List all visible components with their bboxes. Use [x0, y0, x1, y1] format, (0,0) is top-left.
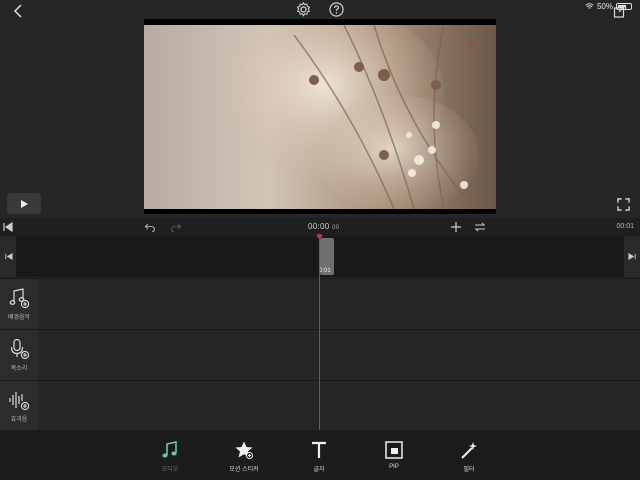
redo-icon[interactable] — [170, 221, 182, 233]
back-icon[interactable] — [12, 4, 26, 18]
pip-icon — [385, 441, 403, 459]
star-sticker-icon — [235, 441, 253, 459]
gear-icon[interactable] — [295, 1, 312, 18]
bottom-toolbar: 오디오 모션 스티커 글자 PIP 필터 — [0, 430, 640, 480]
audio-tool-label: 오디오 — [161, 467, 179, 473]
step-back-icon — [4, 253, 13, 260]
timeline-start-button[interactable] — [0, 236, 16, 277]
pip-tool-button[interactable]: PIP — [364, 440, 424, 470]
track-header-sfx[interactable]: 효과음 — [0, 381, 38, 431]
skip-to-start-icon[interactable] — [2, 221, 14, 233]
step-forward-icon — [627, 253, 636, 260]
track-header-voice[interactable]: 목소리 — [0, 330, 38, 380]
track-label: 목소리 — [10, 366, 28, 372]
track-label: 효과음 — [10, 417, 28, 423]
track-header-music[interactable]: 배경음악 — [0, 279, 38, 329]
filter-tool-button[interactable]: 필터 — [439, 440, 499, 473]
help-icon[interactable] — [329, 2, 344, 17]
sticker-tool-label: 모션 스티커 — [229, 467, 259, 473]
music-note-icon — [162, 441, 177, 458]
battery-percent: 50% — [596, 2, 613, 11]
pip-tool-label: PIP — [389, 464, 399, 470]
fullscreen-icon[interactable] — [617, 198, 630, 211]
track-label: 배경음악 — [7, 315, 31, 321]
export-icon[interactable] — [613, 4, 627, 18]
video-preview[interactable] — [144, 19, 496, 214]
add-icon[interactable] — [450, 221, 462, 233]
text-icon — [312, 441, 326, 458]
play-icon — [21, 199, 28, 208]
text-tool-button[interactable]: 글자 — [289, 440, 349, 473]
music-add-icon — [9, 288, 30, 309]
play-button[interactable] — [7, 193, 41, 214]
filter-tool-label: 필터 — [463, 467, 475, 473]
playhead[interactable] — [319, 236, 320, 430]
wifi-icon — [585, 3, 594, 9]
swap-icon[interactable] — [474, 221, 486, 233]
current-timecode: 00:00 00 — [308, 222, 340, 231]
track-background-music[interactable]: 배경음악 — [0, 278, 640, 329]
audio-tool-button[interactable]: 오디오 — [140, 440, 200, 473]
magic-wand-icon — [461, 442, 477, 459]
timeline-end-button[interactable] — [624, 236, 640, 277]
end-timecode: 00:01 — [616, 223, 634, 230]
track-sound-effects[interactable]: 효과음 — [0, 380, 640, 431]
track-voice[interactable]: 목소리 — [0, 329, 640, 380]
undo-icon[interactable] — [144, 221, 156, 233]
waveform-add-icon — [9, 392, 30, 411]
video-frame-image — [144, 25, 496, 209]
preview-area: 50% — [0, 0, 640, 218]
sticker-tool-button[interactable]: 모션 스티커 — [214, 440, 274, 473]
mic-add-icon — [10, 338, 30, 360]
text-tool-label: 글자 — [313, 467, 325, 473]
clip-duration-label: 0:01 — [319, 268, 331, 274]
